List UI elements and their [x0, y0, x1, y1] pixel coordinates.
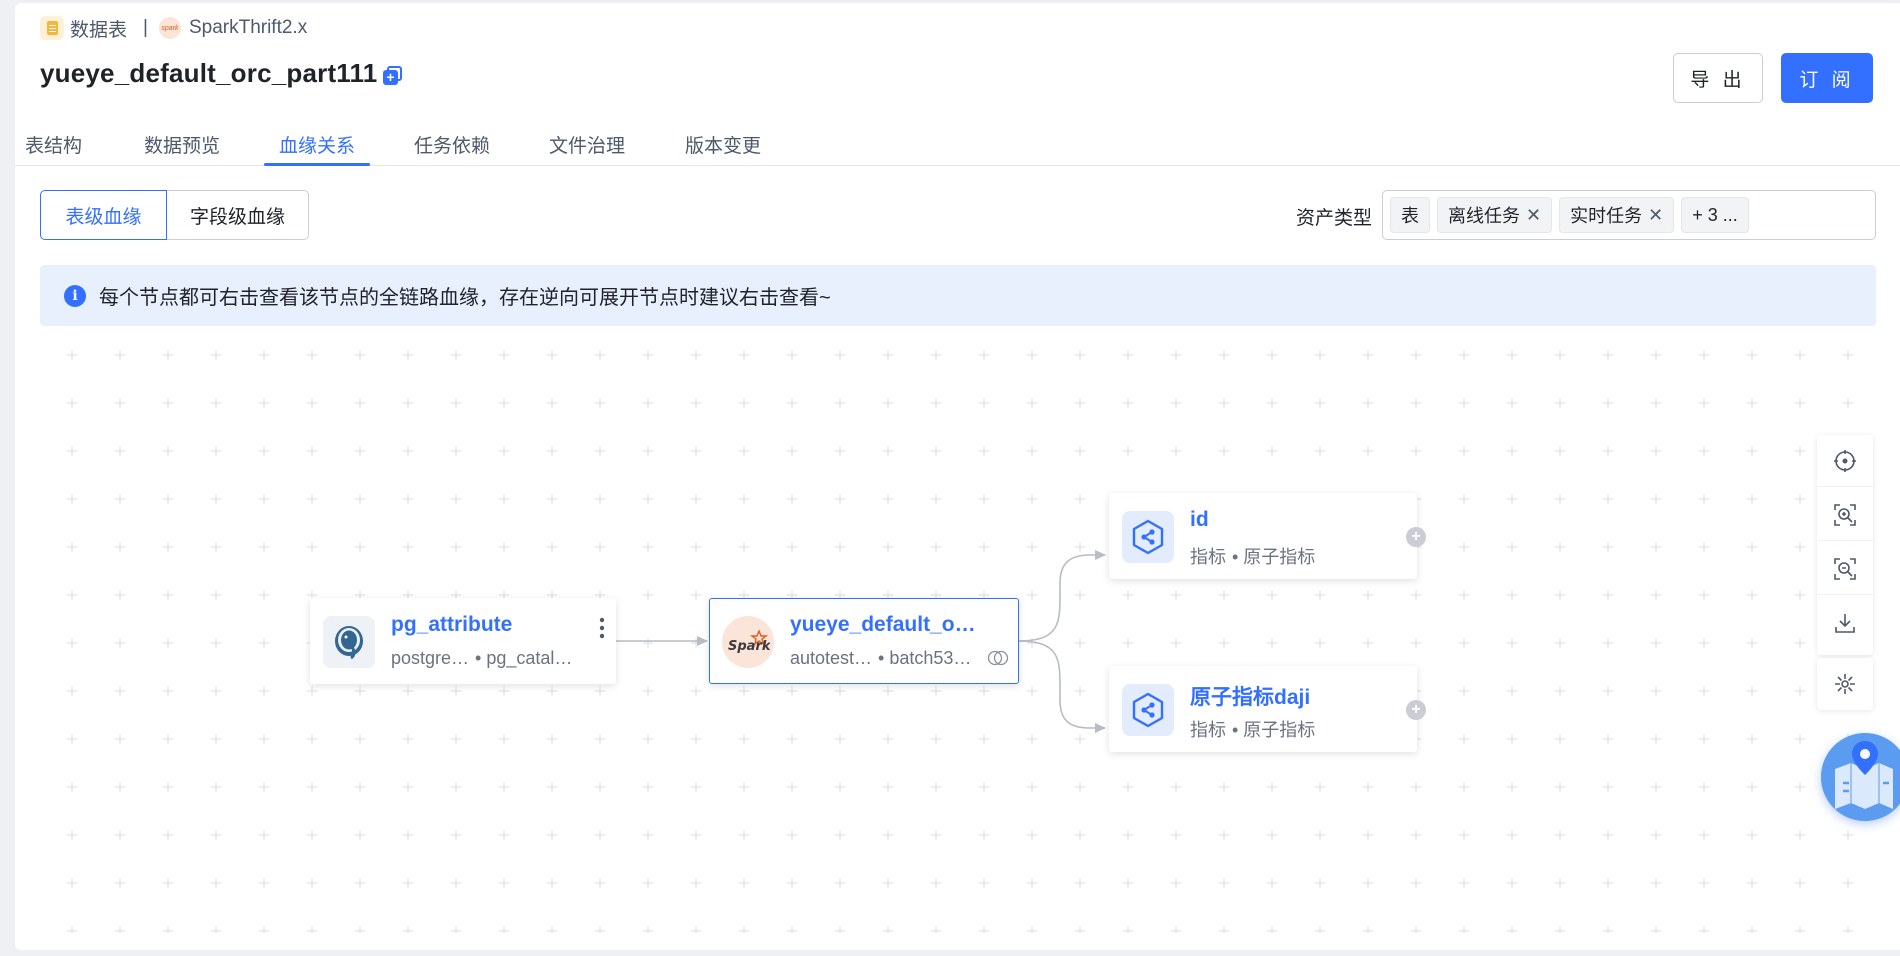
remove-tag-icon[interactable]: ✕ — [1526, 205, 1541, 226]
lineage-node-source[interactable]: pg_attribute postgre… • pg_catal… — [310, 598, 616, 684]
breadcrumb-type[interactable]: 数据表 — [70, 15, 127, 42]
map-navigator-icon[interactable] — [1821, 733, 1900, 821]
node-meta: 指标 • 原子指标 — [1190, 720, 1316, 740]
table-doc-icon — [40, 16, 64, 40]
breadcrumb: 数据表 | spark SparkThrift2.x — [40, 15, 307, 41]
info-icon: i — [64, 284, 86, 307]
info-banner-text: 每个节点都可右击查看该节点的全链路血缘，存在逆向可展开节点时建议右击查看~ — [99, 287, 831, 309]
tab-lineage[interactable]: 血缘关系 — [263, 131, 371, 166]
toggle-direction-icon[interactable] — [987, 650, 1009, 671]
subscribe-button[interactable]: 订 阅 — [1781, 53, 1873, 103]
download-icon[interactable] — [1817, 597, 1873, 649]
export-button[interactable]: 导 出 — [1673, 53, 1763, 103]
layout-settings-icon[interactable] — [1817, 658, 1873, 710]
lineage-canvas[interactable]: pg_attribute postgre… • pg_catal… Spark … — [40, 333, 1876, 933]
info-banner: i 每个节点都可右击查看该节点的全链路血缘，存在逆向可展开节点时建议右击查看~ — [40, 265, 1876, 326]
tab-version-changes[interactable]: 版本变更 — [685, 131, 761, 166]
expand-node-icon[interactable]: + — [1406, 700, 1426, 720]
tab-task-dependency[interactable]: 任务依赖 — [414, 131, 490, 166]
zoom-in-icon[interactable] — [1817, 489, 1873, 541]
canvas-toolbar — [1817, 435, 1873, 655]
tab-data-preview[interactable]: 数据预览 — [144, 131, 220, 166]
breadcrumb-separator: | — [143, 17, 148, 38]
remove-tag-icon[interactable]: ✕ — [1648, 205, 1663, 226]
postgresql-icon — [323, 616, 375, 668]
node-meta: postgre… • pg_catal… — [391, 648, 573, 668]
lineage-page: 数据表 | spark SparkThrift2.x yueye_default… — [15, 3, 1900, 950]
asset-tag-realtime-task: 实时任务 ✕ — [1559, 197, 1675, 233]
asset-type-label: 资产类型 — [1296, 208, 1373, 229]
lineage-node-id[interactable]: id 指标 • 原子指标 + — [1109, 493, 1426, 579]
expand-node-icon[interactable]: + — [1406, 527, 1426, 547]
page-title: yueye_default_orc_part111 — [40, 58, 378, 88]
node-name: pg_attribute — [391, 613, 513, 636]
asset-tag-table: 表 — [1390, 197, 1430, 233]
svg-text:Spark: Spark — [728, 639, 770, 654]
spark-icon: spark — [158, 17, 181, 39]
spark-icon: Spark — [722, 616, 774, 668]
tab-bar: 表结构 数据预览 血缘关系 任务依赖 文件治理 版本变更 — [15, 123, 1900, 166]
metric-icon — [1122, 684, 1174, 736]
breadcrumb-source[interactable]: SparkThrift2.x — [189, 17, 307, 39]
node-meta: 指标 • 原子指标 — [1190, 547, 1316, 567]
field-lineage-toggle[interactable]: 字段级血缘 — [166, 190, 309, 240]
node-meta: autotest… • batch53… — [790, 648, 972, 668]
node-name: yueye_default_o… — [790, 613, 976, 636]
copy-icon[interactable]: + — [383, 66, 402, 85]
tab-schema[interactable]: 表结构 — [25, 131, 82, 166]
node-name: 原子指标daji — [1190, 686, 1311, 709]
lineage-node-daji[interactable]: 原子指标daji 指标 • 原子指标 + — [1109, 666, 1426, 752]
table-lineage-toggle[interactable]: 表级血缘 — [40, 190, 167, 240]
more-menu-icon[interactable] — [599, 617, 605, 646]
asset-tag-offline-task: 离线任务 ✕ — [1437, 197, 1553, 233]
node-name: id — [1190, 508, 1209, 531]
tab-file-governance[interactable]: 文件治理 — [549, 131, 625, 166]
locate-center-icon[interactable] — [1817, 435, 1873, 487]
lineage-node-current[interactable]: Spark yueye_default_o… autotest… • batch… — [709, 598, 1019, 684]
zoom-out-icon[interactable] — [1817, 543, 1873, 595]
asset-type-select[interactable]: 表 离线任务 ✕ 实时任务 ✕ + 3 ... — [1382, 190, 1876, 240]
metric-icon — [1122, 511, 1174, 563]
asset-tag-more[interactable]: + 3 ... — [1681, 197, 1749, 233]
